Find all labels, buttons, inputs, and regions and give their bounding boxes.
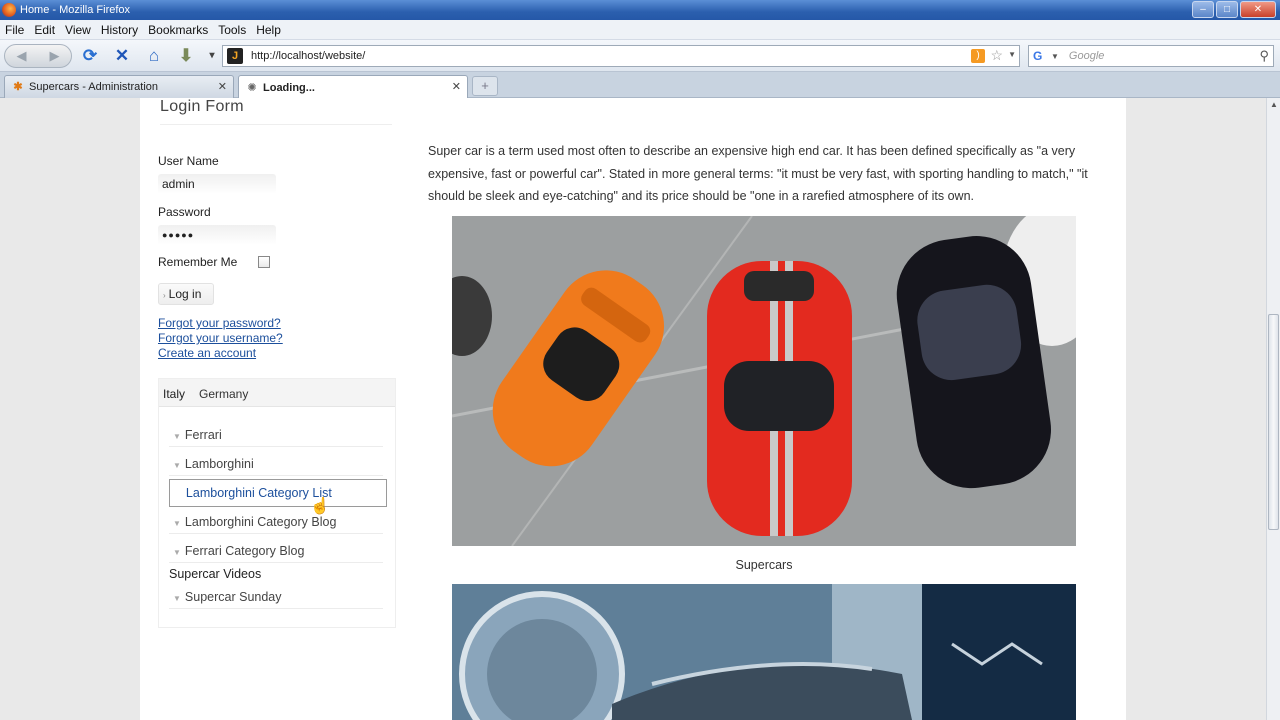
menu-item-label: Ferrari Category Blog xyxy=(184,544,305,558)
scrollbar-thumb[interactable] xyxy=(1268,314,1279,530)
tab-label: Loading... xyxy=(263,81,315,94)
password-field[interactable]: ●●●●● xyxy=(158,225,276,245)
stop-button[interactable]: ✕ xyxy=(112,46,132,66)
tab-supercars-administration[interactable]: ✱ Supercars - Administration ✕ xyxy=(4,75,234,98)
remember-me-checkbox[interactable] xyxy=(258,256,270,268)
menu-help[interactable]: Help xyxy=(256,23,281,37)
forward-button[interactable]: ▶ xyxy=(50,48,60,64)
tab-close-icon[interactable]: ✕ xyxy=(452,80,461,93)
menu-item-label: Lamborghini Category Blog xyxy=(184,515,337,529)
create-account-link[interactable]: Create an account xyxy=(158,346,256,360)
forgot-password-link[interactable]: Forgot your password? xyxy=(158,316,281,330)
title-bar: Home - Mozilla Firefox – □ ✕ xyxy=(0,0,1280,20)
joomla-favicon-icon: ✱ xyxy=(13,81,23,93)
rss-icon[interactable]: ) xyxy=(971,49,985,63)
bullet-icon: ▼ xyxy=(173,432,181,441)
bullet-icon: ▼ xyxy=(173,461,181,470)
login-button-label: Log in xyxy=(168,287,202,301)
supercars-photo-art xyxy=(452,216,1076,546)
chevron-right-icon: › xyxy=(163,291,166,300)
minimize-button[interactable]: – xyxy=(1192,1,1214,18)
bullet-icon: ▼ xyxy=(174,490,182,499)
tab-italy[interactable]: Italy xyxy=(163,387,185,401)
url-dropdown-icon[interactable]: ▼ xyxy=(1008,50,1016,59)
site-favicon-icon: J xyxy=(227,48,243,64)
jaguar-photo xyxy=(452,584,1076,720)
username-field[interactable]: admin xyxy=(158,174,276,194)
tab-label: Supercars - Administration xyxy=(29,81,158,93)
menu-view[interactable]: View xyxy=(65,23,91,37)
module-tab-strip: Italy Germany xyxy=(159,379,395,407)
menu-item-label: Lamborghini xyxy=(184,457,254,471)
search-bar[interactable]: G ▼ Google ⚲ xyxy=(1028,45,1274,67)
page-content: Login Form User Name admin Password ●●●●… xyxy=(140,98,1126,720)
menu-item-lamborghini-category-blog[interactable]: ▼ Lamborghini Category Blog xyxy=(169,510,383,534)
google-icon[interactable]: G xyxy=(1033,49,1047,63)
menu-item-label: Ferrari xyxy=(184,428,222,442)
country-menu-module: Italy Germany ▼Ferrari ▼Lamborghini ▼Lam… xyxy=(158,378,396,628)
tab-close-icon[interactable]: ✕ xyxy=(218,80,227,93)
back-button[interactable]: ◀ xyxy=(17,48,27,64)
search-engine-dropdown-icon[interactable]: ▼ xyxy=(1051,52,1059,61)
article-intro-text: Super car is a term used most often to d… xyxy=(428,144,1088,203)
menu-bookmarks[interactable]: Bookmarks xyxy=(148,23,208,37)
loading-spinner-icon: ✺ xyxy=(247,81,257,94)
login-form-title: Login Form xyxy=(160,98,244,115)
search-icon[interactable]: ⚲ xyxy=(1259,48,1269,64)
search-input[interactable]: Google xyxy=(1069,50,1104,62)
image-caption: Supercars xyxy=(735,558,793,572)
firefox-logo-icon xyxy=(2,3,16,17)
window-controls: – □ ✕ xyxy=(1192,1,1276,18)
menu-bar: File Edit View History Bookmarks Tools H… xyxy=(0,20,1280,40)
menu-item-ferrari-category-blog[interactable]: ▼ Ferrari Category Blog xyxy=(169,539,383,563)
tab-bar: ✱ Supercars - Administration ✕ ✺ Loading… xyxy=(0,72,1280,99)
vertical-scrollbar[interactable]: ▲ xyxy=(1266,98,1280,720)
maximize-button[interactable]: □ xyxy=(1216,1,1238,18)
scroll-up-icon[interactable]: ▲ xyxy=(1270,100,1278,109)
menu-tools[interactable]: Tools xyxy=(218,23,246,37)
menu-file[interactable]: File xyxy=(5,23,24,37)
back-forward-group: ◀ ▶ xyxy=(4,44,72,68)
new-tab-button[interactable]: + xyxy=(472,76,498,96)
menu-edit[interactable]: Edit xyxy=(34,23,55,37)
remember-me-label: Remember Me xyxy=(158,255,238,269)
reload-button[interactable]: ⟳ xyxy=(80,46,100,66)
toolbar-dropdown-icon[interactable]: ▾ xyxy=(202,46,222,66)
jaguar-photo-art xyxy=(452,584,1076,720)
username-label: User Name xyxy=(158,154,219,168)
bullet-icon: ▼ xyxy=(173,548,181,557)
divider xyxy=(160,124,392,125)
page-viewport: Login Form User Name admin Password ●●●●… xyxy=(0,98,1266,720)
bullet-icon: ▼ xyxy=(173,519,181,528)
password-label: Password xyxy=(158,205,211,219)
menu-heading-supercar-videos[interactable]: Supercar Videos xyxy=(169,567,261,581)
tab-germany[interactable]: Germany xyxy=(199,387,248,401)
menu-item-lamborghini[interactable]: ▼ Lamborghini xyxy=(169,452,383,476)
download-icon[interactable]: ⬇ xyxy=(176,46,196,66)
hand-cursor-icon: ☝ xyxy=(310,498,330,515)
url-bar[interactable]: J http://localhost/website/ ) ☆ ▼ xyxy=(222,45,1020,67)
url-text[interactable]: http://localhost/website/ xyxy=(251,50,365,62)
tab-loading[interactable]: ✺ Loading... ✕ xyxy=(238,75,468,99)
menu-item-ferrari[interactable]: ▼ Ferrari xyxy=(169,423,383,447)
navigation-toolbar: ◀ ▶ ⟳ ✕ ⌂ ⬇ ▾ J http://localhost/website… xyxy=(0,40,1280,72)
home-button[interactable]: ⌂ xyxy=(144,46,164,66)
menu-item-supercar-sunday[interactable]: ▼ Supercar Sunday xyxy=(169,585,383,609)
menu-item-lamborghini-category-list[interactable]: ▼Lamborghini Category List xyxy=(169,479,387,507)
close-window-button[interactable]: ✕ xyxy=(1240,1,1276,18)
bullet-icon: ▼ xyxy=(173,594,181,603)
bookmark-star-icon[interactable]: ☆ xyxy=(990,47,1003,64)
window-title: Home - Mozilla Firefox xyxy=(20,4,131,16)
login-button[interactable]: › Log in xyxy=(158,283,214,305)
menu-history[interactable]: History xyxy=(101,23,138,37)
supercars-photo xyxy=(452,216,1076,546)
forgot-username-link[interactable]: Forgot your username? xyxy=(158,331,283,345)
menu-item-label: Supercar Sunday xyxy=(184,590,282,604)
